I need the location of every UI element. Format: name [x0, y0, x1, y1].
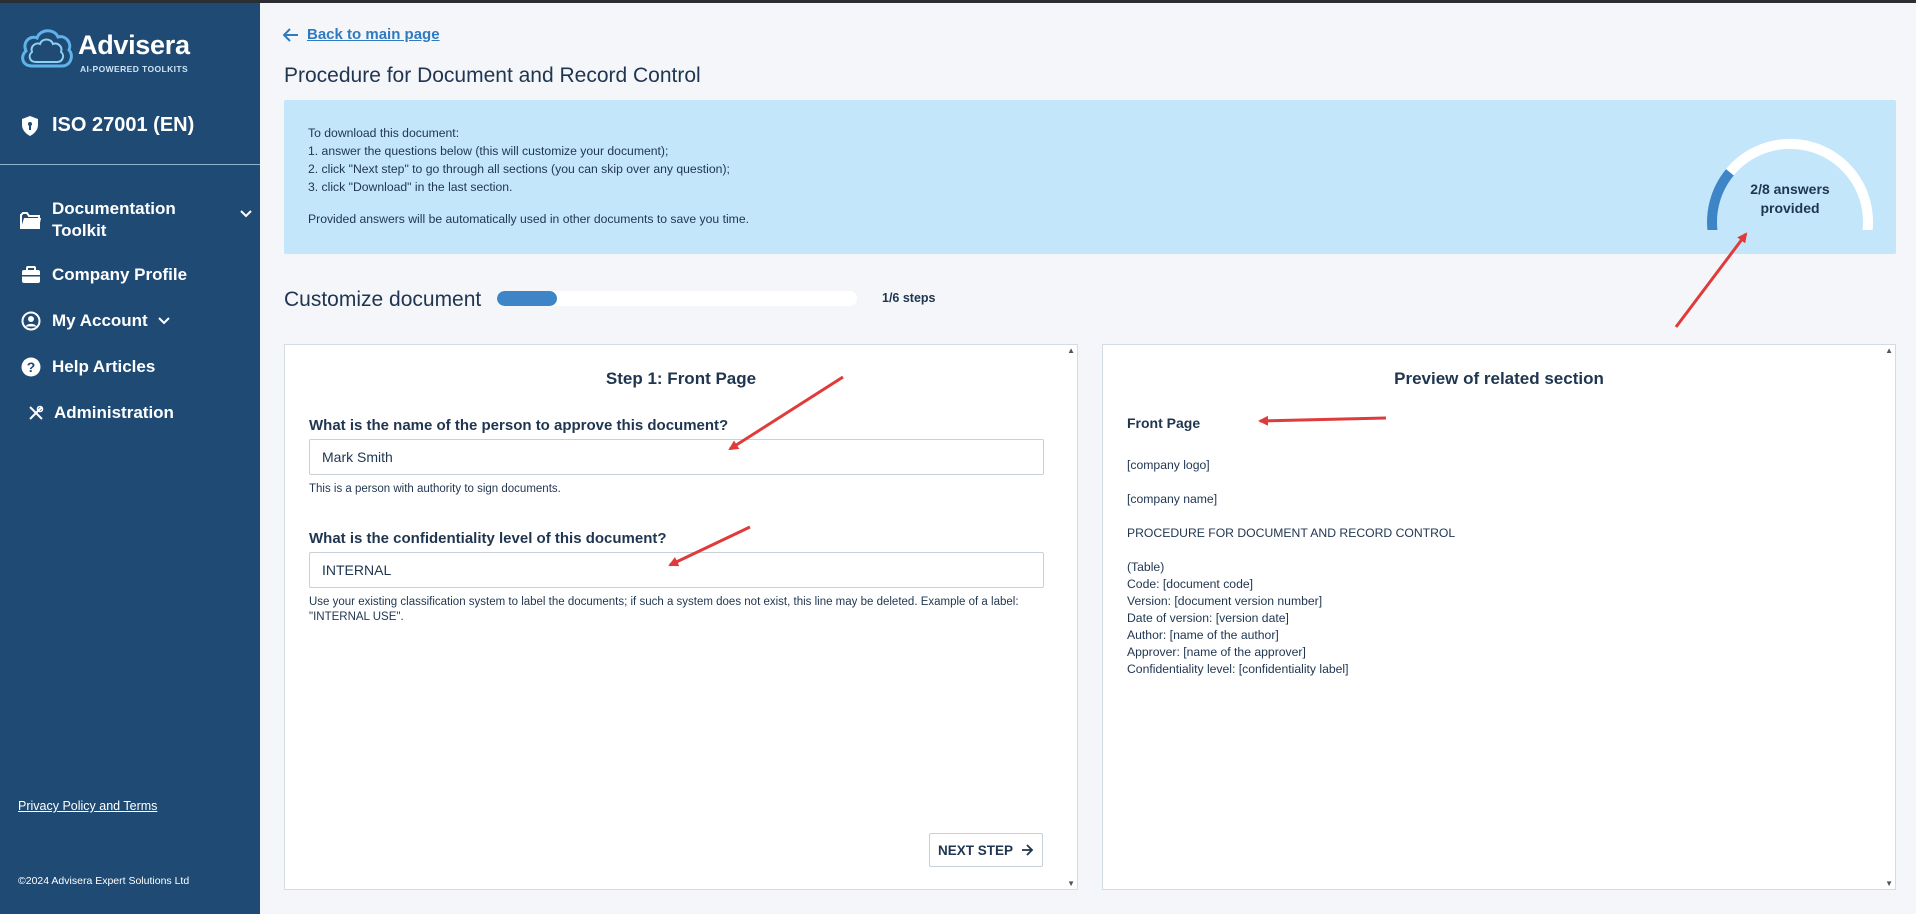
logo-name: Advisera [78, 30, 190, 60]
logo-tagline: AI-POWERED TOOLKITS [80, 64, 189, 74]
instructions-list: To download this document: 1. answer the… [308, 124, 730, 196]
step-panel: ▲ ▼ Step 1: Front Page What is the name … [284, 344, 1078, 890]
instruction-line: 2. click "Next step" to go through all s… [308, 162, 730, 176]
preview-line: Author: [name of the author] [1127, 628, 1279, 642]
chevron-down-icon [158, 317, 170, 325]
preview-content: [company logo] [company name] PROCEDURE … [1127, 457, 1455, 678]
window-top-border [0, 0, 1916, 3]
approver-help-text: This is a person with authority to sign … [309, 483, 561, 495]
instructions-note: Provided answers will be automatically u… [308, 212, 749, 226]
cloud-logo-icon [21, 29, 73, 68]
scroll-up-arrow-icon[interactable]: ▲ [1885, 346, 1893, 355]
shield-icon [22, 115, 38, 136]
sidebar-item-label: Documentation Toolkit [52, 199, 176, 240]
preview-line [1127, 508, 1455, 525]
sidebar: Advisera AI-POWERED TOOLKITS ISO 27001 (… [0, 0, 260, 914]
preview-line: (Table) [1127, 560, 1165, 574]
scroll-down-arrow-icon[interactable]: ▼ [1067, 879, 1075, 888]
preview-line [1127, 542, 1455, 559]
page-title: Procedure for Document and Record Contro… [284, 64, 701, 87]
confidentiality-help-text: Use your existing classification system … [309, 596, 1019, 623]
step-heading: Step 1: Front Page [605, 369, 757, 388]
briefcase-icon [20, 264, 42, 286]
steps-counter: 1/6 steps [882, 291, 936, 305]
preview-section-title: Front Page [1127, 415, 1201, 431]
preview-line [1127, 474, 1455, 491]
preview-line: Confidentiality level: [confidentiality … [1127, 662, 1349, 676]
customize-title: Customize document [284, 288, 482, 311]
confidentiality-question-label: What is the confidentiality level of thi… [309, 530, 667, 547]
sidebar-item-administration[interactable]: Administration [28, 402, 174, 424]
next-step-label: NEXT STEP [937, 842, 1013, 858]
scroll-up-arrow-icon[interactable]: ▲ [1067, 346, 1075, 355]
preview-panel: ▲ ▼ Preview of related section Front Pag… [1102, 344, 1896, 890]
preview-line: [company logo] [1127, 458, 1210, 472]
scroll-down-arrow-icon[interactable]: ▼ [1885, 879, 1893, 888]
sidebar-item-my-account[interactable]: My Account [20, 310, 170, 332]
next-step-button[interactable]: NEXT STEP [928, 833, 1043, 867]
instruction-line: 1. answer the questions below (this will… [308, 144, 669, 158]
sidebar-item-company-profile[interactable]: Company Profile [20, 264, 187, 286]
question-circle-icon: ? [20, 356, 42, 378]
toolkit-name: ISO 27001 (EN) [52, 114, 195, 136]
preview-line: PROCEDURE FOR DOCUMENT AND RECORD CONTRO… [1127, 526, 1456, 540]
preview-line: Code: [document code] [1127, 577, 1254, 591]
svg-text:?: ? [27, 359, 36, 375]
sidebar-item-label: Help Articles [52, 357, 156, 376]
preview-heading: Preview of related section [1394, 369, 1604, 388]
sidebar-divider [0, 164, 260, 165]
preview-line: Approver: [name of the approver] [1127, 645, 1306, 659]
arrow-right-icon [1022, 844, 1034, 856]
sidebar-item-help-articles[interactable]: ? Help Articles [20, 356, 155, 378]
preview-line: [company name] [1127, 492, 1218, 506]
gauge-label: 2/8 answers provided [1702, 180, 1878, 218]
steps-progress-fill [497, 291, 557, 306]
instruction-line: 3. click "Download" in the last section. [308, 180, 513, 194]
folder-icon [20, 209, 42, 231]
copyright-text: ©2024 Advisera Expert Solutions Ltd [18, 875, 190, 887]
arrow-left-icon [283, 27, 298, 42]
toolkit-title: ISO 27001 (EN) [22, 114, 194, 137]
approver-question-label: What is the name of the person to approv… [309, 417, 729, 434]
instruction-line: To download this document: [308, 126, 460, 140]
answers-gauge: 2/8 answers provided [1702, 130, 1878, 238]
sidebar-item-label: My Account [52, 311, 148, 330]
preview-line: Version: [document version number] [1127, 594, 1323, 608]
instructions-banner: To download this document: 1. answer the… [284, 100, 1896, 254]
preview-line: Date of version: [version date] [1127, 611, 1289, 625]
gauge-label-count: 2/8 answers [1750, 181, 1830, 197]
tools-icon [28, 402, 44, 424]
back-link-label: Back to main page [307, 26, 440, 43]
steps-progress-bar [497, 291, 857, 306]
gauge-label-text: provided [1760, 200, 1820, 216]
back-to-main-link[interactable]: Back to main page [283, 26, 440, 43]
user-circle-icon [20, 310, 42, 332]
approver-name-input[interactable] [309, 439, 1044, 475]
sidebar-item-documentation-toolkit[interactable]: Documentation Toolkit [20, 198, 252, 242]
advisera-logo[interactable]: Advisera AI-POWERED TOOLKITS [18, 26, 218, 76]
chevron-down-icon [240, 210, 252, 218]
sidebar-item-label: Administration [54, 403, 174, 422]
confidentiality-level-input[interactable] [309, 552, 1044, 588]
privacy-policy-link[interactable]: Privacy Policy and Terms [18, 799, 157, 813]
sidebar-item-label: Company Profile [52, 265, 188, 284]
